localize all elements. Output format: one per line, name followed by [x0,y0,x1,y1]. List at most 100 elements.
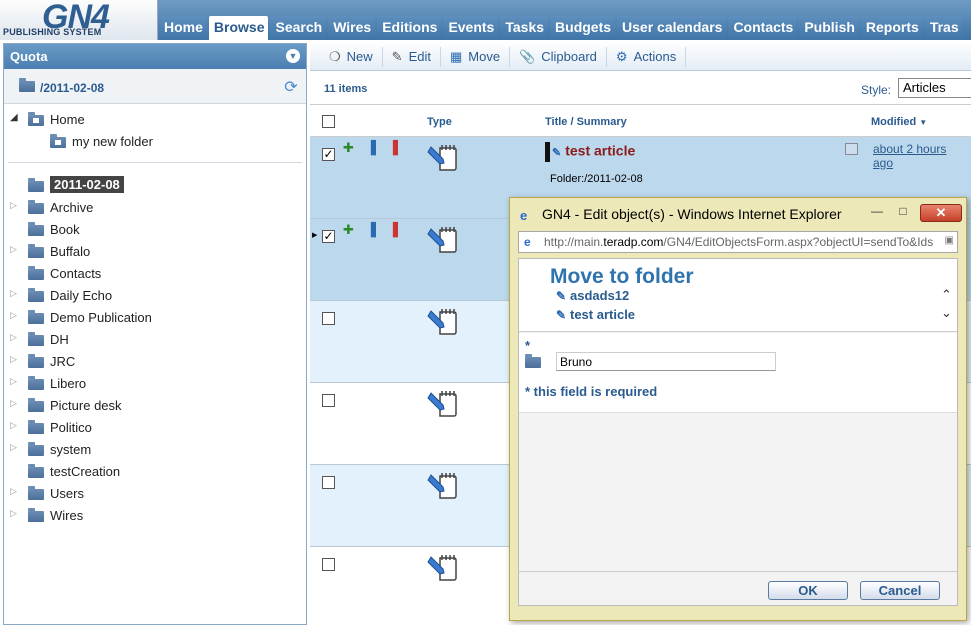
folder-icon [28,222,44,236]
red-status-icon: ▐ [387,141,410,156]
tree-item[interactable]: ▷ Archive [4,198,304,218]
dialog-title: GN4 - Edit object(s) - Windows Internet … [542,206,842,222]
tab-budgets[interactable]: Budgets [550,16,616,40]
column-modified[interactable]: Modified ▼ [871,116,927,128]
move-button[interactable]: ▦ Move [441,46,511,67]
tree-item[interactable]: testCreation [4,462,304,482]
expand-arrow-icon[interactable]: ▷ [10,200,17,211]
folder-picker-icon[interactable] [525,354,541,368]
tree-item-label: Archive [50,200,94,215]
clipboard-button[interactable]: 📎 Clipboard [510,46,607,67]
dialog-heading: Move to folder [550,265,694,288]
style-select[interactable]: Articles [898,78,971,98]
tree-item[interactable]: ▷ system [4,440,304,460]
expand-arrow-icon[interactable]: ▷ [10,398,17,409]
maximize-button[interactable]: □ [894,204,912,220]
actions-button[interactable]: ⚙ Actions [607,46,687,67]
expand-arrow-icon[interactable]: ▷ [10,354,17,365]
folder-icon [28,442,44,456]
tab-wires[interactable]: Wires [328,16,376,40]
close-button[interactable]: ✕ [920,204,962,222]
folder-icon [19,78,35,92]
folder-icon [28,200,44,214]
row-checkbox[interactable] [322,394,335,407]
tab-reports[interactable]: Reports [860,16,923,40]
row-checkbox[interactable]: ✓ [322,148,335,161]
tab-editions[interactable]: Editions [377,16,442,40]
row-modified[interactable]: about 2 hours ago [873,142,963,170]
cancel-button[interactable]: Cancel [860,581,940,600]
tree-item-label: Buffalo [50,244,91,259]
tree-item[interactable]: ▷ Libero [4,374,304,394]
tab-tras[interactable]: Tras [924,16,963,40]
expand-arrow-icon[interactable]: ▷ [10,420,17,431]
tab-browse[interactable]: Browse [208,16,269,40]
tree-item-label: my new folder [72,134,153,149]
tree-item[interactable]: ◢ Home [4,110,304,130]
column-title[interactable]: Title / Summary [545,116,627,128]
edit-button[interactable]: ✎ Edit [383,46,441,67]
folder-tree: ◢ Home my new folder 2011-02-08 ▷ Archive Book… [4,104,306,624]
article-type-icon [427,227,457,253]
collapse-icon[interactable]: ▼ [286,49,300,63]
tree-item[interactable]: ▷ JRC [4,352,304,372]
row-type-icon [426,388,460,418]
tree-item[interactable]: ▷ Demo Publication [4,308,304,328]
article-type-icon [427,555,457,581]
row-checkbox[interactable] [322,476,335,489]
tree-item[interactable]: ▷ Users [4,484,304,504]
tab-home[interactable]: Home [159,16,207,40]
ok-button[interactable]: OK [768,581,848,600]
scroll-down-icon[interactable]: ⌄ [941,306,952,321]
tree-item[interactable]: Book [4,220,304,240]
expand-arrow-icon[interactable]: ▷ [10,486,17,497]
expand-arrow-icon[interactable]: ▷ [10,332,17,343]
tree-item[interactable]: ▷ Daily Echo [4,286,304,306]
logo: GN4 PUBLISHING SYSTEM [0,0,158,40]
tree-item[interactable]: ▷ Picture desk [4,396,304,416]
tab-tasks[interactable]: Tasks [500,16,549,40]
folder-icon [28,178,44,192]
object-item: ✎ asdads12 [556,288,629,303]
row-type-icon [426,224,460,254]
tree-item[interactable]: ▷ Politico [4,418,304,438]
minimize-button[interactable]: — [868,204,886,220]
row-checkbox[interactable] [322,312,335,325]
expand-arrow-icon[interactable]: ▷ [10,376,17,387]
row-type-icon [426,306,460,336]
scroll-up-icon[interactable]: ⌃ [941,288,952,303]
tree-item[interactable]: 2011-02-08 [4,176,304,196]
expand-arrow-icon[interactable]: ◢ [10,112,18,123]
tab-events[interactable]: Events [443,16,499,40]
row-checkbox[interactable]: ✓ [322,230,335,243]
required-marker: * [525,338,531,353]
row-title[interactable]: ✎ test article [545,142,635,162]
tab-user-calendars[interactable]: User calendars [617,16,727,40]
article-type-icon [427,145,457,171]
tree-item[interactable]: my new folder [4,132,304,152]
column-type[interactable]: Type [427,116,452,128]
tree-item[interactable]: ▷ Buffalo [4,242,304,262]
tree-item[interactable]: Contacts [4,264,304,284]
required-note: * this field is required [525,384,658,399]
expand-arrow-icon[interactable]: ▷ [10,310,17,321]
expand-arrow-icon[interactable]: ▷ [10,288,17,299]
new-button[interactable]: ❍ New [320,46,383,67]
edit-icon: ✎ [391,48,403,64]
tab-search[interactable]: Search [270,16,327,40]
select-all-checkbox[interactable] [322,115,335,128]
home-folder-icon [28,112,44,126]
tab-publish[interactable]: Publish [799,16,859,40]
tab-contacts[interactable]: Contacts [728,16,798,40]
tree-item[interactable]: ▷ DH [4,330,304,350]
address-bar[interactable]: e http://main.teradp.com/GN4/EditObjects… [518,231,958,253]
tree-item-label: Picture desk [50,398,122,413]
expand-arrow-icon[interactable]: ▷ [10,244,17,255]
expand-arrow-icon[interactable]: ▷ [10,508,17,519]
tree-item[interactable]: ▷ Wires [4,506,304,526]
destination-folder-input[interactable]: Bruno [556,352,776,371]
refresh-icon[interactable]: ⟳ [282,78,300,96]
article-small-icon: ✎ [552,146,562,159]
row-checkbox[interactable] [322,558,335,571]
expand-arrow-icon[interactable]: ▷ [10,442,17,453]
